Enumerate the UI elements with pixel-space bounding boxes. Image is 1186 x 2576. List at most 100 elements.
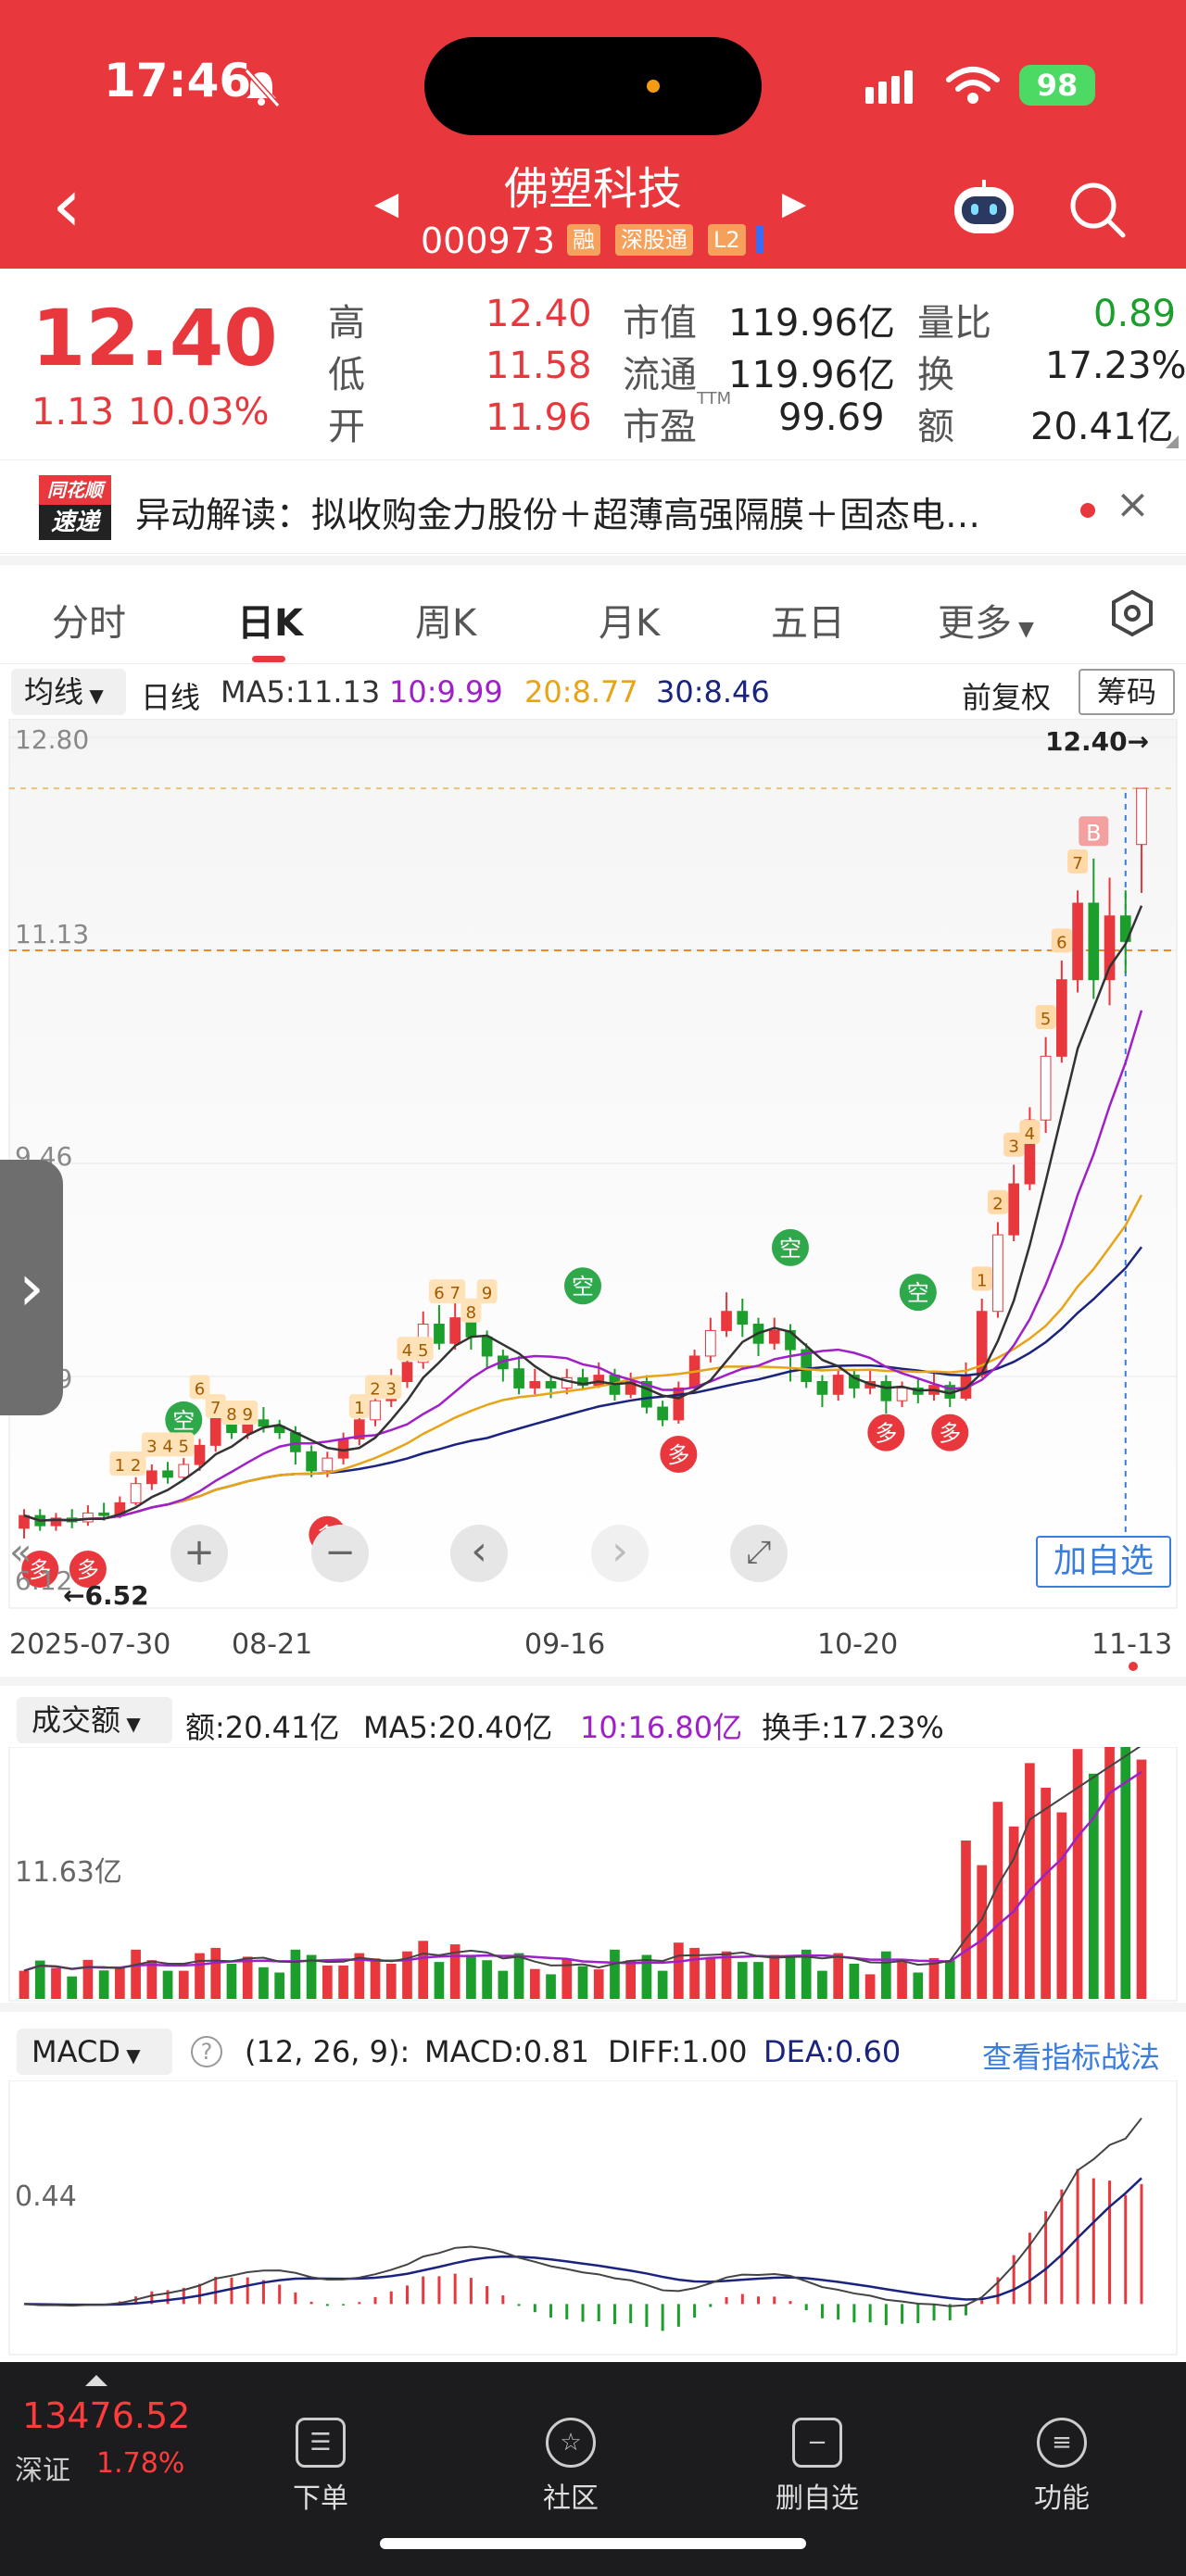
- view-strategy-link[interactable]: 查看指标战法: [982, 2034, 1160, 2077]
- volume-bar: [338, 1965, 348, 1999]
- macd-y-label: 0.44: [15, 2180, 77, 2213]
- signal-icon: [865, 70, 913, 104]
- news-banner[interactable]: 同花顺 速递 异动解读：拟收购金力股份＋超薄高强隔膜＋固态电… ×: [0, 459, 1186, 554]
- volume-bar: [1025, 1763, 1035, 1999]
- macd-selector[interactable]: MACD ▼: [17, 2029, 172, 2075]
- candle-body: [130, 1483, 142, 1503]
- volume-turnover: 换手:17.23%: [762, 1710, 944, 1745]
- fullscreen-button[interactable]: ⤢: [730, 1525, 788, 1582]
- step-label-text: 3: [1008, 1137, 1018, 1157]
- help-icon[interactable]: ?: [191, 2036, 222, 2067]
- candle-body: [322, 1457, 334, 1472]
- pe-label: 市盈: [623, 406, 697, 448]
- candle-body: [1072, 902, 1083, 981]
- turnover-value: 17.23%: [1045, 345, 1186, 387]
- nav-order[interactable]: ☰ 下单: [256, 2418, 385, 2516]
- candle-body: [593, 1375, 605, 1387]
- candlestick-chart[interactable]: 空空空空多多多多多多1234567123456789123456789B: [0, 719, 1186, 1645]
- scroll-left-button[interactable]: «: [9, 1525, 57, 1580]
- step-label-text: 4: [162, 1437, 172, 1456]
- news-text: 异动解读：拟收购金力股份＋超薄高强隔膜＋固态电…: [135, 495, 981, 535]
- next-candle-button[interactable]: ›: [591, 1525, 649, 1582]
- side-drawer-handle[interactable]: ›: [0, 1160, 63, 1415]
- step-label-text: 1: [354, 1399, 364, 1418]
- volume-bar: [849, 1964, 860, 1999]
- volume-bar: [977, 1865, 988, 1999]
- candle-body: [1104, 915, 1116, 981]
- volume-bar: [944, 1960, 955, 1999]
- candle-body: [1088, 902, 1100, 981]
- tab-monthly-k[interactable]: 月K: [599, 593, 660, 647]
- low-label: 低: [328, 354, 365, 396]
- tag-margin: 融: [567, 224, 600, 256]
- candle-body: [1040, 1055, 1052, 1121]
- nav-functions[interactable]: ≡ 功能: [997, 2418, 1127, 2516]
- index-name: 深证: [15, 2455, 70, 2487]
- candle-body: [82, 1512, 94, 1523]
- low-value: 11.58: [486, 345, 592, 387]
- close-banner-button[interactable]: ×: [1116, 481, 1150, 528]
- zoom-out-button[interactable]: −: [311, 1525, 369, 1582]
- high-value: 12.40: [486, 293, 592, 335]
- candle-body: [434, 1324, 445, 1344]
- step-label-text: 6: [1056, 933, 1066, 952]
- volume-bar: [1104, 1747, 1115, 1999]
- zoom-in-button[interactable]: +: [170, 1525, 228, 1582]
- volume-bar: [274, 1972, 284, 1999]
- candle-body: [880, 1381, 892, 1401]
- date-label-2: 08-21: [232, 1628, 313, 1661]
- tab-intraday[interactable]: 分时: [52, 593, 126, 647]
- volume-bar: [115, 1967, 125, 1999]
- candle-body: [401, 1362, 413, 1383]
- chips-button[interactable]: 筹码: [1079, 669, 1175, 715]
- order-icon: ☰: [296, 2418, 346, 2468]
- ma20-label: 20:8.77: [524, 674, 638, 710]
- adjust-selector[interactable]: 前复权: [962, 674, 1051, 717]
- vol-ratio-value: 0.89: [1093, 293, 1177, 335]
- ma-selector[interactable]: 均线 ▼: [11, 669, 126, 715]
- tag-shenzhen-connect: 深股通: [615, 224, 693, 256]
- prev-candle-button[interactable]: ‹: [450, 1525, 508, 1582]
- volume-bar: [992, 1802, 1003, 1999]
- float-value: 119.96亿: [728, 354, 895, 396]
- candle-body: [306, 1451, 317, 1472]
- index-value[interactable]: 13476.52: [22, 2395, 190, 2436]
- candle-body: [209, 1413, 221, 1446]
- candle-body: [816, 1381, 828, 1395]
- volume-bar: [674, 1942, 684, 1999]
- tab-daily-k[interactable]: 日K: [237, 593, 303, 647]
- volume-bar: [897, 1962, 907, 1999]
- step-label-text: 9: [242, 1405, 252, 1425]
- step-label-text: 2: [992, 1195, 1003, 1214]
- volume-bar: [466, 1954, 476, 1999]
- add-watchlist-button[interactable]: 加自选: [1036, 1536, 1171, 1588]
- nav-remove-watchlist[interactable]: − 删自选: [752, 2418, 882, 2516]
- signal-sell-text: 空: [907, 1280, 929, 1306]
- volume-bar: [82, 1959, 94, 1999]
- candle-body: [768, 1329, 780, 1344]
- nav-community[interactable]: ☆ 社区: [506, 2418, 636, 2516]
- volume-bar: [1088, 1773, 1099, 1999]
- tab-weekly-k[interactable]: 周K: [415, 593, 476, 647]
- candle-body: [1056, 979, 1067, 1057]
- candle-body: [178, 1464, 190, 1478]
- ma5-label: MA5:11.13: [221, 674, 381, 710]
- tab-five-day[interactable]: 五日: [771, 593, 845, 647]
- settings-hexagon-icon[interactable]: [1108, 589, 1156, 637]
- volume-bar: [98, 1970, 109, 1999]
- volume-bar: [785, 1954, 796, 1999]
- candle-body: [194, 1444, 206, 1465]
- candle-body: [529, 1381, 541, 1389]
- robot-assistant-icon[interactable]: [949, 178, 1019, 239]
- candle-body: [513, 1368, 524, 1389]
- ma30-label: 30:8.46: [656, 674, 770, 710]
- pe-value: 99.69: [778, 396, 885, 439]
- search-icon[interactable]: [1067, 180, 1127, 239]
- tab-more[interactable]: 更多 ▼: [938, 593, 1034, 647]
- battery-indicator: 98: [1019, 65, 1095, 106]
- volume-selector[interactable]: 成交额 ▼: [17, 1697, 172, 1743]
- float-label: 流通: [623, 354, 697, 396]
- wifi-icon: [946, 67, 1000, 104]
- pe-ttm-sup: TTM: [697, 389, 732, 408]
- expand-corner-icon[interactable]: [1166, 435, 1179, 448]
